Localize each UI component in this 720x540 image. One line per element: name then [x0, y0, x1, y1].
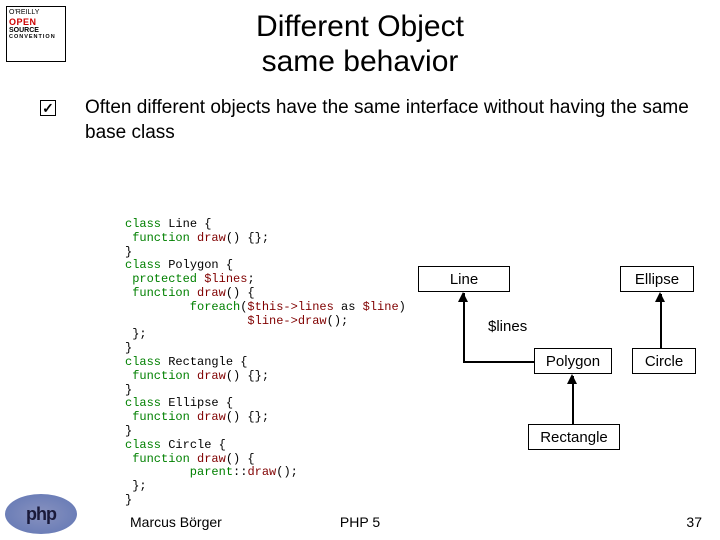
class-box-rectangle: Rectangle [528, 424, 620, 450]
class-box-line: Line [418, 266, 510, 292]
class-box-ellipse: Ellipse [620, 266, 694, 292]
title-line-1: Different Object [256, 10, 464, 43]
footer-center: PHP 5 [0, 514, 720, 530]
class-box-polygon: Polygon [534, 348, 612, 374]
class-box-circle: Circle [632, 348, 696, 374]
footer-page-number: 37 [686, 514, 702, 530]
bullet-text: Often different objects have the same in… [85, 96, 700, 145]
code-block: class Line { function draw() {}; } class… [125, 218, 406, 508]
lines-label: $lines [488, 318, 527, 335]
title-line-2: same behavior [262, 45, 459, 78]
slide-title: Different Object same behavior [0, 10, 720, 79]
checkmark-icon: ✓ [40, 100, 56, 116]
